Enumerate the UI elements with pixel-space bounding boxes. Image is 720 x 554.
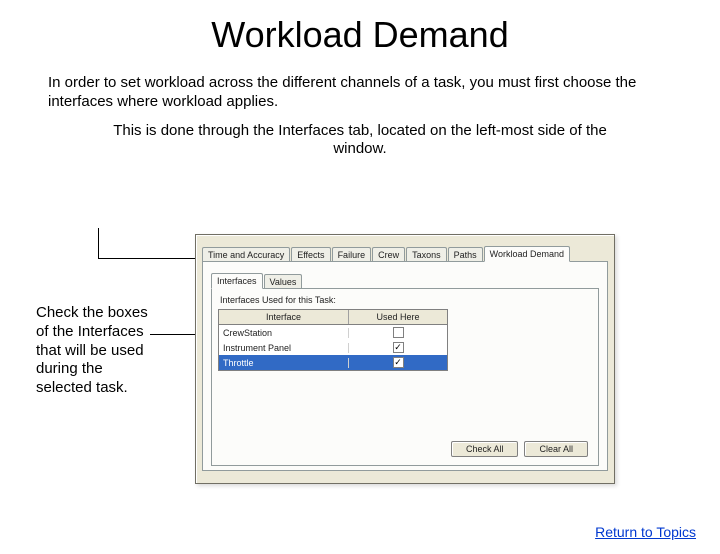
main-tabs: Time and Accuracy Effects Failure Crew T… (196, 241, 614, 261)
col-used-here: Used Here (349, 310, 447, 324)
tab-effects[interactable]: Effects (291, 247, 330, 262)
tab-panel: Interfaces Values Interfaces Used for th… (202, 261, 608, 471)
tab-taxons[interactable]: Taxons (406, 247, 447, 262)
tab-paths[interactable]: Paths (448, 247, 483, 262)
col-interface: Interface (219, 310, 349, 324)
table-row[interactable]: Throttle ✓ (219, 355, 447, 370)
subtab-values[interactable]: Values (264, 274, 303, 289)
checkbox[interactable] (393, 327, 404, 338)
tab-workload-demand[interactable]: Workload Demand (484, 246, 570, 262)
table-row[interactable]: CrewStation (219, 325, 447, 340)
tab-time-accuracy[interactable]: Time and Accuracy (202, 247, 290, 262)
tab-crew[interactable]: Crew (372, 247, 405, 262)
panel-label: Interfaces Used for this Task: (220, 295, 592, 305)
cell-interface-name: Instrument Panel (219, 343, 349, 353)
tab-failure[interactable]: Failure (332, 247, 372, 262)
connector-line (98, 228, 99, 258)
cell-interface-name: Throttle (219, 358, 349, 368)
subtab-panel: Interfaces Used for this Task: Interface… (211, 288, 599, 466)
intro-text: In order to set workload across the diff… (48, 74, 672, 112)
subtab-interfaces[interactable]: Interfaces (211, 273, 263, 289)
dialog-screenshot: Time and Accuracy Effects Failure Crew T… (195, 234, 615, 484)
page-title: Workload Demand (0, 14, 720, 56)
clear-all-button[interactable]: Clear All (524, 441, 588, 457)
sub-text: This is done through the Interfaces tab,… (90, 122, 630, 160)
checkbox[interactable]: ✓ (393, 357, 404, 368)
checkbox[interactable]: ✓ (393, 342, 404, 353)
sub-tabs: Interfaces Values (209, 270, 601, 288)
return-link[interactable]: Return to Topics (595, 524, 696, 540)
side-annotation: Check the boxes of the Interfaces that w… (36, 304, 156, 398)
interfaces-table: Interface Used Here CrewStation Instrume… (218, 309, 448, 371)
button-row: Check All Clear All (451, 441, 588, 457)
connector-line (98, 258, 204, 259)
table-row[interactable]: Instrument Panel ✓ (219, 340, 447, 355)
check-all-button[interactable]: Check All (451, 441, 519, 457)
table-header: Interface Used Here (219, 310, 447, 325)
cell-interface-name: CrewStation (219, 328, 349, 338)
